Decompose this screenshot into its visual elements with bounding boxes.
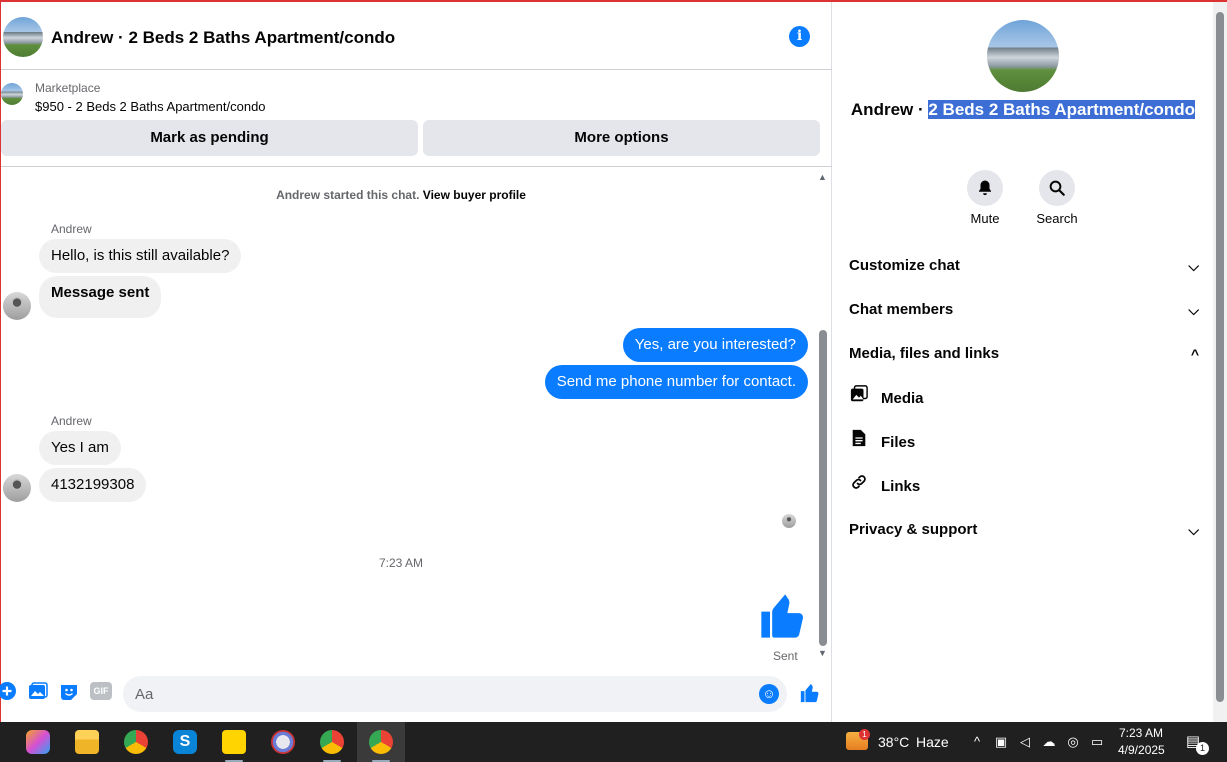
notification-count: 1: [1196, 742, 1209, 755]
page-scrollbar[interactable]: [1213, 2, 1227, 722]
photos-icon: [849, 378, 869, 418]
more-options-button[interactable]: More options: [423, 120, 820, 156]
onedrive-icon[interactable]: ☁: [1041, 734, 1057, 750]
incoming-message[interactable]: Hello, is this still available?: [39, 239, 242, 273]
gif-icon[interactable]: GIF: [90, 682, 112, 702]
skype-icon[interactable]: S: [173, 730, 197, 754]
thumbs-up-icon[interactable]: [757, 590, 809, 642]
chat-started-text: Andrew started this chat.: [276, 188, 420, 202]
info-title-highlight: 2 Beds 2 Baths Apartment/condo: [928, 100, 1196, 119]
chevron-up-icon: ^: [1190, 346, 1199, 362]
search-icon: [1049, 180, 1065, 196]
bell-icon: [979, 180, 991, 196]
chat-title[interactable]: Andrew · 2 Beds 2 Baths Apartment/condo: [51, 28, 395, 48]
chevron-down-icon: ⌵: [1188, 258, 1199, 274]
plus-icon[interactable]: [0, 682, 17, 702]
copilot-icon[interactable]: [26, 730, 50, 754]
chat-members-row[interactable]: Chat members ⌵: [849, 290, 1199, 330]
chat-pane: Andrew · 2 Beds 2 Baths Apartment/condo …: [0, 2, 832, 722]
chrome-profile-icon[interactable]: [320, 730, 344, 754]
mute-label: Mute: [970, 211, 1000, 226]
chevron-down-icon: ⌵: [1188, 522, 1199, 538]
sender-avatar[interactable]: [3, 474, 31, 502]
sticker-icon[interactable]: [59, 682, 79, 702]
weather-badge: 1: [859, 729, 870, 740]
view-buyer-profile-link[interactable]: View buyer profile: [423, 188, 526, 202]
mark-pending-button[interactable]: Mark as pending: [1, 120, 418, 156]
media-files-links-row[interactable]: Media, files and links ^: [849, 334, 1199, 374]
chat-avatar[interactable]: [3, 17, 43, 57]
chrome-profile-icon[interactable]: [369, 730, 393, 754]
snipping-tool-icon[interactable]: [271, 730, 295, 754]
profile-avatar[interactable]: [987, 20, 1059, 92]
windows-taskbar: S 1 38°C Haze ^ ▣ ◁ ☁ ◎ ▭ 7:23 AM 4/9/20…: [0, 722, 1227, 762]
files-row[interactable]: Files: [849, 422, 1179, 462]
image-icon[interactable]: [28, 682, 48, 702]
files-label: Files: [881, 434, 916, 451]
outgoing-message[interactable]: Yes, are you interested?: [622, 328, 808, 362]
weather-desc[interactable]: Haze: [916, 734, 949, 750]
security-icon[interactable]: ▣: [993, 734, 1009, 750]
chat-members-label: Chat members: [849, 301, 954, 318]
media-files-links-label: Media, files and links: [849, 345, 1000, 362]
clock-time[interactable]: 7:23 AM: [1119, 726, 1163, 740]
seen-receipt-avatar: [782, 514, 796, 528]
privacy-support-label: Privacy & support: [849, 521, 978, 538]
weather-temp[interactable]: 38°C: [878, 734, 909, 750]
chat-scrollbar[interactable]: ▲ ▼: [817, 168, 829, 668]
privacy-support-row[interactable]: Privacy & support ⌵: [849, 510, 1199, 550]
links-label: Links: [881, 478, 921, 495]
mute-button[interactable]: [967, 170, 1003, 206]
links-row[interactable]: Links: [849, 466, 1179, 506]
incoming-message[interactable]: Message sent: [39, 276, 162, 318]
chat-header: Andrew · 2 Beds 2 Baths Apartment/condo …: [1, 2, 832, 70]
listing-thumbnail[interactable]: [1, 83, 23, 105]
listing-title[interactable]: $950 - 2 Beds 2 Baths Apartment/condo: [35, 99, 266, 114]
media-label: Media: [881, 390, 924, 407]
outgoing-message[interactable]: Send me phone number for contact.: [544, 365, 808, 399]
customize-chat-row[interactable]: Customize chat ⌵: [849, 246, 1199, 286]
chevron-up-icon[interactable]: ^: [969, 734, 985, 749]
info-title-name: Andrew ·: [850, 100, 924, 119]
chat-started-notice: Andrew started this chat. View buyer pro…: [1, 188, 801, 202]
chat-info-pane: Andrew · 2 Beds 2 Baths Apartment/condo …: [833, 2, 1213, 722]
incoming-message[interactable]: 4132199308: [39, 468, 147, 502]
marketplace-bar: Marketplace $950 - 2 Beds 2 Baths Apartm…: [1, 70, 832, 167]
info-title: Andrew · 2 Beds 2 Baths Apartment/condo: [833, 100, 1213, 120]
search-label: Search: [1036, 211, 1078, 226]
volume-icon[interactable]: ◁: [1017, 734, 1033, 750]
link-icon: [849, 466, 869, 506]
composer: GIF ☺: [0, 670, 832, 716]
file-icon: [849, 422, 869, 462]
sender-name: Andrew: [51, 222, 92, 236]
chat-scroll-thumb[interactable]: [819, 330, 827, 646]
scroll-down-icon[interactable]: ▼: [818, 648, 827, 658]
clock-date[interactable]: 4/9/2025: [1118, 743, 1165, 757]
media-row[interactable]: Media: [849, 378, 1179, 418]
message-list: Andrew started this chat. View buyer pro…: [1, 168, 832, 668]
sent-status: Sent: [773, 649, 798, 663]
sticky-notes-icon[interactable]: [222, 730, 246, 754]
sender-avatar[interactable]: [3, 292, 31, 320]
search-button[interactable]: [1039, 170, 1075, 206]
gif-icon-label: GIF: [90, 682, 112, 700]
chevron-down-icon: ⌵: [1188, 302, 1199, 318]
meet-icon[interactable]: ◎: [1065, 734, 1081, 750]
thumbs-up-send-icon[interactable]: [799, 682, 821, 704]
sender-name: Andrew: [51, 414, 92, 428]
marketplace-label: Marketplace: [35, 81, 101, 95]
page-scroll-thumb[interactable]: [1216, 12, 1224, 702]
network-icon[interactable]: ▭: [1089, 734, 1105, 750]
time-separator: 7:23 AM: [378, 556, 424, 570]
customize-chat-label: Customize chat: [849, 257, 960, 274]
message-input[interactable]: [123, 676, 787, 712]
chrome-icon[interactable]: [124, 730, 148, 754]
emoji-icon[interactable]: ☺: [759, 684, 779, 704]
info-icon[interactable]: i: [789, 26, 810, 47]
file-explorer-icon[interactable]: [75, 730, 99, 754]
incoming-message[interactable]: Yes I am: [39, 431, 121, 465]
scroll-up-icon[interactable]: ▲: [818, 172, 827, 182]
